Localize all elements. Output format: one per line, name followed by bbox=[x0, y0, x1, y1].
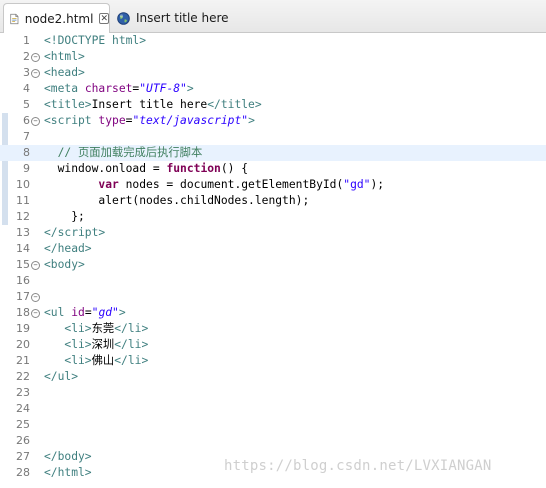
line-number: 18 bbox=[16, 306, 30, 319]
line-number: 3 bbox=[23, 66, 30, 79]
code-line[interactable]: 11 alert(nodes.childNodes.length); bbox=[0, 193, 546, 209]
fold-toggle-icon[interactable]: − bbox=[31, 309, 40, 318]
code-line[interactable]: 26 bbox=[0, 433, 546, 449]
line-number: 24 bbox=[16, 402, 30, 415]
tab-label: node2.html bbox=[24, 11, 94, 26]
close-tab-icon[interactable]: ✕ bbox=[99, 13, 109, 24]
line-number: 8 bbox=[23, 146, 30, 159]
editor-tab-bar: node2.html ✕ Insert title here bbox=[0, 0, 546, 33]
code-text: <!DOCTYPE html> bbox=[44, 34, 147, 47]
line-number: 2 bbox=[23, 50, 30, 63]
tab-node2-html[interactable]: node2.html ✕ bbox=[3, 3, 110, 33]
globe-icon bbox=[117, 11, 130, 25]
html-file-icon bbox=[10, 13, 19, 24]
tab-insert-title-here[interactable]: Insert title here bbox=[117, 3, 229, 33]
line-number: 25 bbox=[16, 418, 30, 431]
code-line[interactable]: 16 bbox=[0, 273, 546, 289]
code-line[interactable]: 1 <!DOCTYPE html> bbox=[0, 33, 546, 49]
code-text: window.onload = function() { bbox=[44, 162, 249, 175]
fold-toggle-icon[interactable]: − bbox=[31, 293, 40, 302]
code-line[interactable]: 23 bbox=[0, 385, 546, 401]
code-line[interactable]: 22 </ul> bbox=[0, 369, 546, 385]
code-text: <li>深圳</li> bbox=[64, 338, 149, 351]
code-text: <body> bbox=[44, 258, 85, 271]
line-number: 7 bbox=[23, 130, 30, 143]
code-line[interactable]: 21 <li>佛山</li> bbox=[0, 353, 546, 369]
code-line[interactable]: 8 // 页面加载完成后执行脚本 bbox=[0, 145, 546, 161]
code-text: <li>东莞</li> bbox=[64, 322, 149, 335]
code-text: </html> bbox=[44, 466, 92, 479]
code-line[interactable]: 13 </script> bbox=[0, 225, 546, 241]
code-editor[interactable]: 1 <!DOCTYPE html> 2− <html> 3− <head> 4 <meta c… bbox=[0, 33, 546, 488]
line-number: 22 bbox=[16, 370, 30, 383]
code-text: <ul id="gd"> bbox=[44, 306, 126, 319]
code-line[interactable]: 15− <body> bbox=[0, 257, 546, 273]
line-number: 27 bbox=[16, 450, 30, 463]
code-text: <head> bbox=[44, 66, 85, 79]
code-line[interactable]: 18− <ul id="gd"> bbox=[0, 305, 546, 321]
tab-label: Insert title here bbox=[136, 11, 229, 25]
fold-toggle-icon[interactable]: − bbox=[31, 117, 40, 126]
code-text: alert(nodes.childNodes.length); bbox=[44, 194, 310, 207]
line-number: 11 bbox=[16, 194, 30, 207]
code-line[interactable]: 25 bbox=[0, 417, 546, 433]
code-text: </body> bbox=[44, 450, 92, 463]
line-number: 5 bbox=[23, 98, 30, 111]
code-text: <meta charset="UTF-8"> bbox=[44, 82, 194, 95]
code-line[interactable]: 6− <script type="text/javascript"> bbox=[0, 113, 546, 129]
code-line[interactable]: 14 </head> bbox=[0, 241, 546, 257]
line-number: 17 bbox=[16, 290, 30, 303]
code-text: <li>佛山</li> bbox=[64, 354, 149, 367]
code-text: <title>Insert title here</title> bbox=[44, 98, 262, 111]
code-text: }; bbox=[44, 210, 85, 223]
line-number: 26 bbox=[16, 434, 30, 447]
code-line[interactable]: 4 <meta charset="UTF-8"> bbox=[0, 81, 546, 97]
line-number: 16 bbox=[16, 274, 30, 287]
code-line[interactable]: 12 }; bbox=[0, 209, 546, 225]
line-number: 23 bbox=[16, 386, 30, 399]
code-text: <html> bbox=[44, 50, 85, 63]
code-text: var nodes = document.getElementById("gd"… bbox=[98, 178, 385, 191]
code-line[interactable]: 2− <html> bbox=[0, 49, 546, 65]
watermark: https://blog.csdn.net/LVXIANGAN bbox=[224, 458, 492, 474]
code-line[interactable]: 9 window.onload = function() { bbox=[0, 161, 546, 177]
code-line[interactable]: 17− bbox=[0, 289, 546, 305]
line-number: 4 bbox=[23, 82, 30, 95]
line-number: 6 bbox=[23, 114, 30, 127]
line-number: 19 bbox=[16, 322, 30, 335]
line-number: 1 bbox=[23, 34, 30, 47]
code-line[interactable]: 24 bbox=[0, 401, 546, 417]
code-line[interactable]: 20 <li>深圳</li> bbox=[0, 337, 546, 353]
fold-toggle-icon[interactable]: − bbox=[31, 261, 40, 270]
code-text: // 页面加载完成后执行脚本 bbox=[57, 146, 203, 159]
line-number: 13 bbox=[16, 226, 30, 239]
line-number: 20 bbox=[16, 338, 30, 351]
line-number: 10 bbox=[16, 178, 30, 191]
line-number: 9 bbox=[23, 162, 30, 175]
code-text: <script type="text/javascript"> bbox=[44, 114, 255, 127]
code-line[interactable]: 3− <head> bbox=[0, 65, 546, 81]
line-number: 15 bbox=[16, 258, 30, 271]
code-text: </ul> bbox=[44, 370, 79, 383]
code-line[interactable]: 10 var nodes = document.getElementById("… bbox=[0, 177, 546, 193]
fold-toggle-icon[interactable]: − bbox=[31, 53, 40, 62]
line-number: 28 bbox=[16, 466, 30, 479]
code-text: </head> bbox=[44, 242, 92, 255]
line-number: 14 bbox=[16, 242, 30, 255]
code-line[interactable]: 19 <li>东莞</li> bbox=[0, 321, 546, 337]
fold-toggle-icon[interactable]: − bbox=[31, 69, 40, 78]
code-line[interactable]: 5 <title>Insert title here</title> bbox=[0, 97, 546, 113]
code-text: </script> bbox=[44, 226, 106, 239]
line-number: 21 bbox=[16, 354, 30, 367]
code-line[interactable]: 7 bbox=[0, 129, 546, 145]
line-number: 12 bbox=[16, 210, 30, 223]
